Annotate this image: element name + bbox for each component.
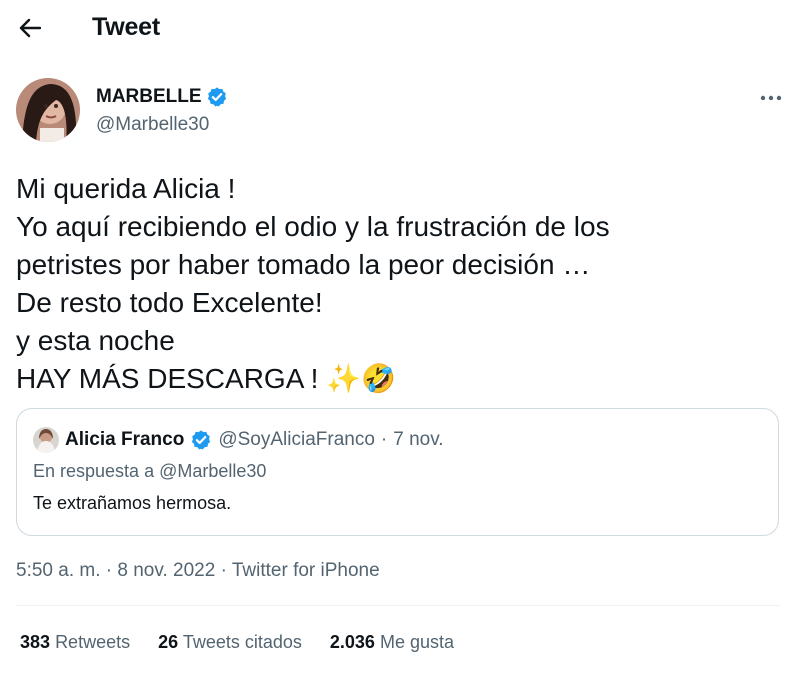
tweet-date[interactable]: 8 nov. 2022 xyxy=(117,560,215,581)
quoted-separator: · xyxy=(380,429,388,450)
verified-badge-icon xyxy=(207,87,226,107)
tweet-text: Mi querida Alicia ! Yo aquí recibiendo e… xyxy=(16,170,776,398)
tweet-line: Mi querida Alicia ! xyxy=(16,173,236,204)
back-button[interactable] xyxy=(16,14,44,42)
retweets-stat[interactable]: 383 Retweets xyxy=(20,632,130,653)
quoted-date[interactable]: 7 nov. xyxy=(393,429,443,451)
quote-tweets-count: 26 xyxy=(158,632,179,652)
author-handle[interactable]: @Marbelle30 xyxy=(96,114,209,136)
quoted-tweet[interactable]: Alicia Franco @SoyAliciaFranco · 7 nov. … xyxy=(16,408,779,536)
tweet-time[interactable]: 5:50 a. m. xyxy=(16,560,101,581)
tweet-line: De resto todo Excelente! xyxy=(16,287,323,318)
meta-separator: · xyxy=(105,560,113,581)
tweet-source[interactable]: Twitter for iPhone xyxy=(232,560,380,581)
verified-badge-icon xyxy=(192,430,211,450)
meta-separator: · xyxy=(220,560,227,581)
more-options-button[interactable] xyxy=(756,86,786,110)
quoted-author-name[interactable]: Alicia Franco xyxy=(65,429,184,451)
more-horizontal-icon xyxy=(760,95,782,101)
quoted-reply-context: En respuesta a @Marbelle30 xyxy=(33,461,267,481)
tweet-timestamp: 5:50 a. m. · 8 nov. 2022 · Twitter for i… xyxy=(16,560,380,582)
likes-count: 2.036 xyxy=(329,632,375,652)
quote-tweets-label: Tweets citados xyxy=(182,632,302,652)
top-bar: Tweet xyxy=(0,0,800,56)
likes-label: Me gusta xyxy=(379,632,454,652)
divider xyxy=(16,605,780,606)
retweets-label: Retweets xyxy=(55,632,131,652)
quoted-author-handle[interactable]: @SoyAliciaFranco xyxy=(218,429,375,451)
tweet-stats: 383 Retweets 26 Tweets citados 2.036 Me … xyxy=(20,632,454,653)
tweet-line: Yo aquí recibiendo el odio y la frustrac… xyxy=(16,211,610,242)
likes-stat[interactable]: 2.036 Me gusta xyxy=(330,632,454,653)
tweet-line: y esta noche xyxy=(16,325,175,356)
tweet-line: petristes por haber tomado la peor decis… xyxy=(16,249,591,280)
author-name[interactable]: MARBELLE xyxy=(96,86,202,108)
retweets-count: 383 xyxy=(20,632,51,652)
quote-tweets-stat[interactable]: 26 Tweets citados xyxy=(158,632,302,653)
quoted-text: Te extrañamos hermosa. xyxy=(33,493,232,513)
quoted-avatar[interactable] xyxy=(33,427,59,453)
tweet-line: HAY MÁS DESCARGA ! ✨🤣 xyxy=(16,363,396,394)
page-title: Tweet xyxy=(92,13,160,41)
tweet-author: MARBELLE @Marbelle30 xyxy=(16,78,786,148)
arrow-left-icon xyxy=(19,18,41,38)
avatar[interactable] xyxy=(16,78,80,142)
